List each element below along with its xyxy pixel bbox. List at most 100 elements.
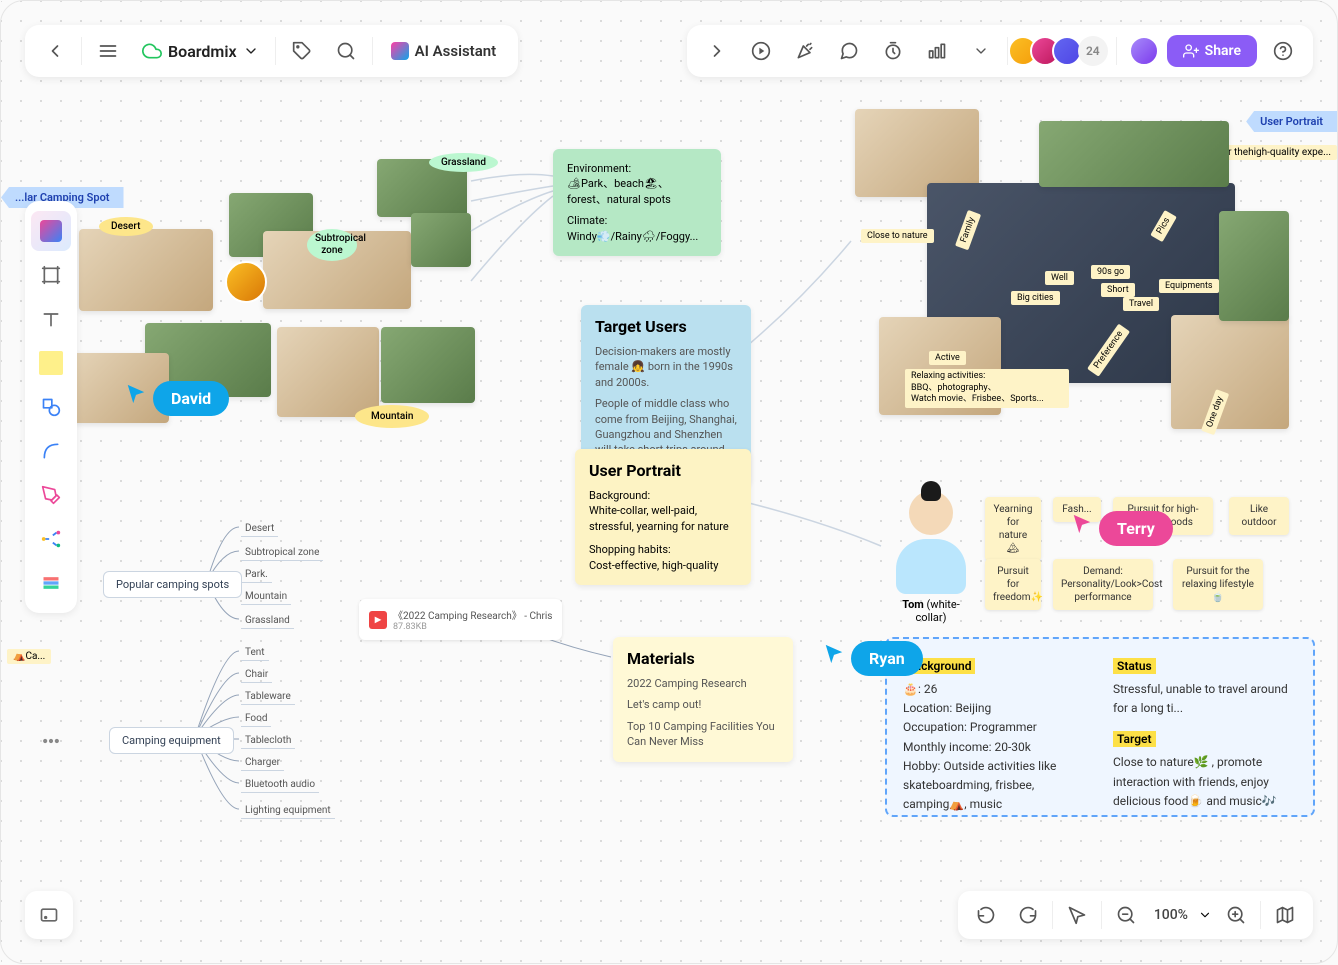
sidebar-more[interactable] [25,721,77,761]
chip-equipments: Equipments [1159,279,1219,293]
tool-connector[interactable] [31,431,71,471]
mindmap-leaf-charger[interactable]: Charger [241,755,284,771]
image-food[interactable] [1171,315,1289,429]
target-title: Target Users [595,317,737,336]
file-name: 《2022 Camping Research》 - Chris [393,607,552,622]
tool-frame[interactable] [31,255,71,295]
mindmap-equip-root[interactable]: Camping equipment [109,727,234,754]
materials-l3: Top 10 Camping Facilities You Can Never … [627,719,779,750]
toolbar-right: 24 Share [687,25,1313,77]
tool-table[interactable] [31,563,71,603]
share-button[interactable]: Share [1167,35,1257,67]
image-xian[interactable] [381,327,475,403]
image-green-top[interactable] [1039,121,1229,187]
mindmap-leaf-tent[interactable]: Tent [241,645,269,661]
mindmap-leaf-mountain[interactable]: Mountain [241,589,291,605]
mindmap-leaf-park[interactable]: Park. [241,567,272,583]
image-green2[interactable] [411,213,471,267]
tool-mindmap[interactable] [31,519,71,559]
zoom-level[interactable]: 100% [1150,907,1192,923]
undo-button[interactable] [968,897,1004,933]
tag-button[interactable] [284,33,320,69]
mindmap-leaf-subtropical[interactable]: Subtropical zone [241,545,323,561]
mindmap-leaf-bluetooth[interactable]: Bluetooth audio [241,777,319,793]
cursor-david: David [125,371,229,416]
env-l1: Environment: [567,161,707,176]
back-button[interactable] [37,33,73,69]
tag-desert[interactable]: Desert [99,217,153,236]
persona-box[interactable]: Background 🎂: 26 Location: Beijing Occup… [885,637,1315,817]
note-environment[interactable]: Environment: 🏕Park、beach🏖、forest、natural… [553,149,721,256]
tag-mountain[interactable]: Mountain [355,405,429,428]
map-button[interactable] [1267,897,1303,933]
chip-close-nature: Close to nature [861,229,934,243]
avatar-user[interactable] [225,261,267,303]
board-name[interactable]: Boardmix [134,41,267,61]
tag-grassland[interactable]: Grassland [429,153,498,172]
mindmap-leaf-tableware[interactable]: Tableware [241,689,295,705]
portrait-sub2: Shopping habits: [589,542,737,557]
hex-user-portrait[interactable]: User Portrait [1246,111,1337,132]
current-user-avatar[interactable] [1129,36,1159,66]
pointer-button[interactable] [1059,897,1095,933]
menu-button[interactable] [90,33,126,69]
left-sidebar [25,201,77,613]
note-materials[interactable]: Materials 2022 Camping Research Let's ca… [613,637,793,762]
materials-l2: Let's camp out! [627,697,779,712]
tool-sticky[interactable] [31,343,71,383]
chevron-right-button[interactable] [699,33,735,69]
cursor-terry: Terry [1071,501,1173,546]
tool-shapes[interactable] [31,387,71,427]
tool-templates[interactable] [31,211,71,251]
chip-90s: 90s go [1091,265,1130,279]
mindmap-leaf-chair[interactable]: Chair [241,667,272,683]
cloud-icon [142,41,162,61]
sticky-demand[interactable]: Demand: Personality/Look>Cost performanc… [1053,559,1153,610]
toolbar-left: Boardmix AI Assistant [25,25,518,77]
zoom-chevron-icon[interactable] [1198,905,1212,925]
persona-status-label: Status [1113,658,1156,674]
mindmap-leaf-food[interactable]: Food [241,711,271,727]
sticky-like-outdoor[interactable]: Like outdoor [1229,497,1289,535]
minimap-button[interactable] [25,891,73,939]
materials-title: Materials [627,649,779,668]
chip-active: Active [929,351,966,365]
persona-target-text: Close to nature🌿 , promote interaction w… [1113,753,1297,811]
confetti-button[interactable] [787,33,823,69]
avatar-count[interactable]: 24 [1078,36,1108,66]
play-button[interactable] [743,33,779,69]
sticky-yearning[interactable]: Yearning for nature🏔 [985,497,1041,561]
sticky-freedom[interactable]: Pursuit for freedom✨ [985,559,1041,610]
image-anji[interactable] [277,327,379,417]
chevron-down-icon [243,43,259,59]
tag-subtropical[interactable]: Subtropical zone [307,229,357,261]
sticky-lifestyle[interactable]: Pursuit for the relaxing lifestyle🍵 [1173,559,1263,610]
comment-button[interactable] [831,33,867,69]
more-chevron-button[interactable] [963,33,999,69]
ai-assistant-button[interactable]: AI Assistant [381,36,507,66]
tool-text[interactable] [31,299,71,339]
mindmap-spots-root[interactable]: Popular camping spots [103,571,242,598]
zoom-out-button[interactable] [1108,897,1144,933]
mindmap-leaf-tablecloth[interactable]: Tablecloth [241,733,295,749]
chip-well: Well [1045,271,1074,285]
help-button[interactable] [1265,33,1301,69]
persona-figure[interactable]: Tom (white-collar) [891,491,971,601]
collaborators[interactable]: 24 [1016,36,1108,66]
note-user-portrait[interactable]: User Portrait Background: White-collar, … [575,449,751,585]
env-l2: 🏕Park、beach🏖、forest、natural spots [567,176,707,207]
image-desert[interactable] [79,229,213,311]
env-l4: Windy💨/Rainy🌧/Foggy... [567,229,707,244]
mindmap-leaf-lighting[interactable]: Lighting equipment [241,803,335,819]
redo-button[interactable] [1010,897,1046,933]
zoom-in-button[interactable] [1218,897,1254,933]
file-attachment[interactable]: ▶ 《2022 Camping Research》 - Chris 87.83K… [359,599,562,640]
image-vert[interactable] [1219,211,1289,321]
mindmap-leaf-desert[interactable]: Desert [241,521,278,537]
chart-button[interactable] [919,33,955,69]
timer-button[interactable] [875,33,911,69]
search-button[interactable] [328,33,364,69]
mindmap-leaf-grassland[interactable]: Grassland [241,613,294,629]
canvas[interactable]: User Portrait ...lar Camping Spot Willin… [1,1,1337,963]
tool-pen[interactable] [31,475,71,515]
